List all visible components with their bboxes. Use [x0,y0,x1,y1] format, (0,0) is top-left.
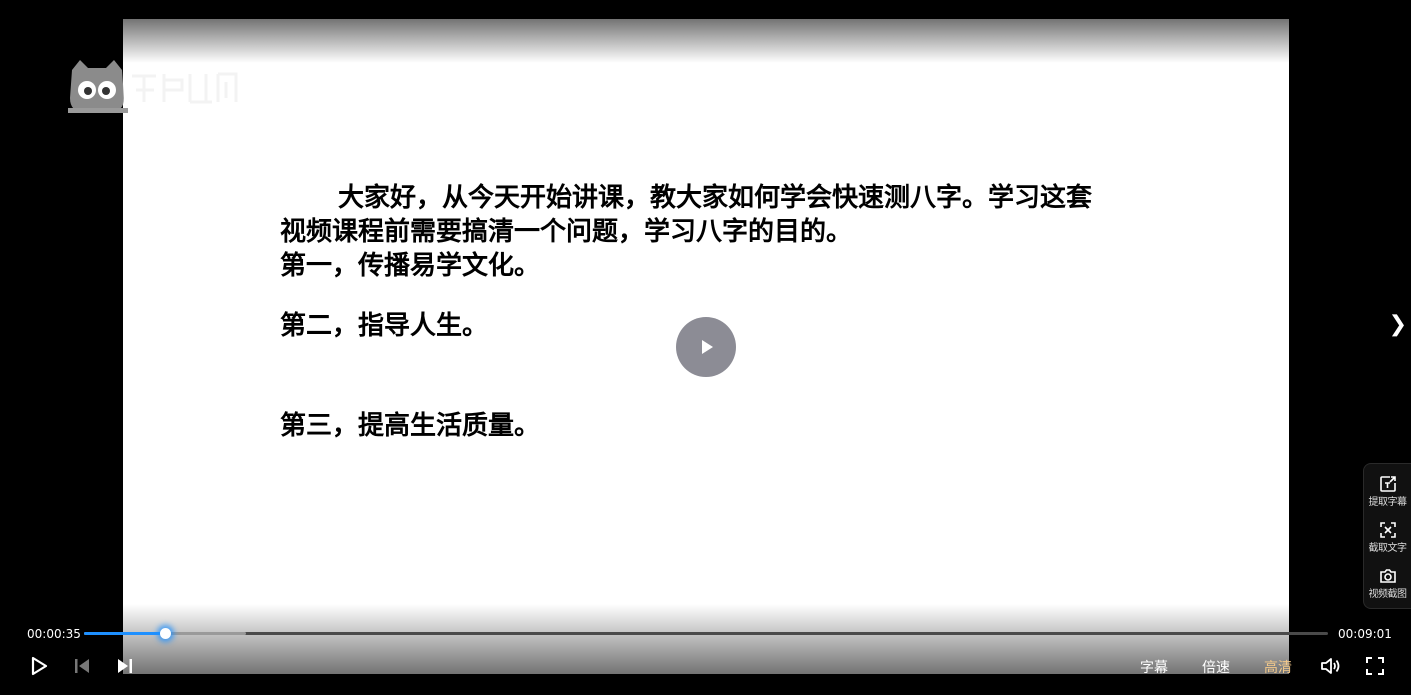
subtitle-button[interactable]: 字幕 [1140,657,1168,677]
play-icon [31,656,48,676]
tool-panel: 提取字幕 截取文字 视频截图 [1363,463,1411,609]
video-player: 大家好，从今天开始讲课，教大家如何学会快速测八字。学习这套 视频课程前需要搞清一… [0,0,1411,695]
progress-handle[interactable] [159,628,171,639]
next-video-arrow[interactable]: ❯ [1389,312,1407,337]
volume-icon [1321,658,1340,674]
bottom-gradient [123,604,1289,674]
play-button[interactable] [28,655,50,677]
lesson-line-5: 第三，提高生活质量。 [280,411,541,441]
progress-bar[interactable] [84,628,1328,639]
volume-button[interactable] [1320,655,1342,677]
capture-text-icon [1379,522,1396,538]
next-button[interactable] [114,655,136,677]
skip-previous-icon [75,659,89,673]
skip-next-icon [118,659,132,673]
video-screenshot-button[interactable]: 视频截图 [1364,560,1411,604]
capture-text-label: 截取文字 [1368,543,1408,554]
quality-button[interactable]: 高清 [1264,657,1292,677]
top-gradient [123,19,1289,63]
capture-text-button[interactable]: 截取文字 [1364,514,1411,558]
lesson-line-1: 大家好，从今天开始讲课，教大家如何学会快速测八字。学习这套 [338,183,1093,213]
video-screenshot-label: 视频截图 [1368,589,1408,600]
play-icon [702,340,713,354]
extract-subtitle-label: 提取字幕 [1368,497,1408,508]
previous-button[interactable] [71,655,93,677]
lesson-slide-text: 大家好，从今天开始讲课，教大家如何学会快速测八字。学习这套 视频课程前需要搞清一… [280,181,1160,443]
speed-button[interactable]: 倍速 [1202,657,1230,677]
lesson-line-3: 第一，传播易学文化。 [280,251,541,281]
camera-icon [1379,569,1396,583]
lesson-line-2: 视频课程前需要搞清一个问题，学习八字的目的。 [280,217,853,247]
fullscreen-icon [1366,657,1384,675]
watermark-logo [66,58,242,118]
current-time: 00:00:35 [27,627,81,641]
progress-played [84,632,165,635]
duration: 00:09:01 [1338,627,1392,641]
center-play-button[interactable] [676,317,736,377]
extract-subtitle-icon [1379,476,1396,492]
extract-subtitle-button[interactable]: 提取字幕 [1364,468,1411,512]
fullscreen-button[interactable] [1364,655,1386,677]
